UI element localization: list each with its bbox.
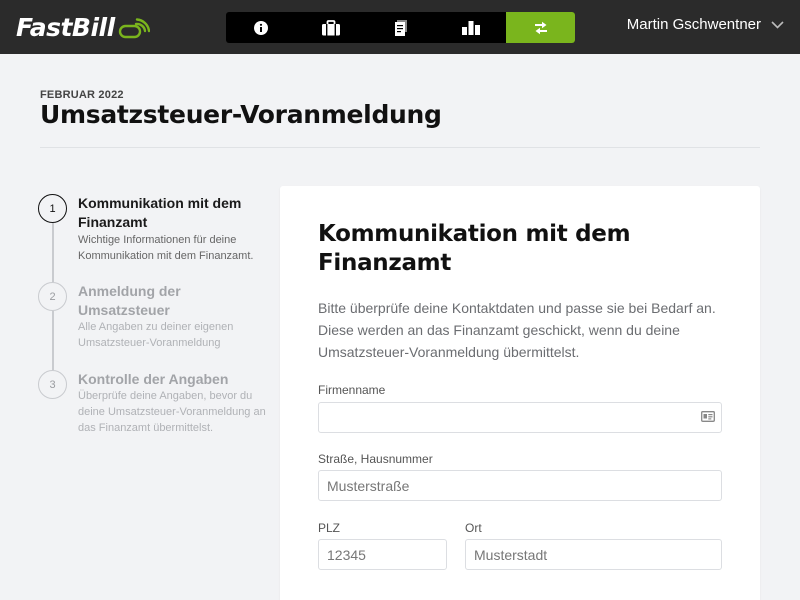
logo-mark-icon (118, 18, 150, 39)
document-icon (395, 19, 407, 36)
info-icon (254, 20, 268, 35)
nav-item-documents[interactable] (366, 12, 436, 43)
company-label: Firmenname (318, 383, 386, 397)
logo-text: FastBill (16, 12, 115, 42)
contact-card-icon[interactable] (701, 411, 715, 422)
nav-item-briefcase[interactable] (296, 12, 366, 43)
stepper-connector (52, 311, 54, 370)
step-title: Kontrolle der Angaben (78, 371, 229, 387)
page-title: Umsatzsteuer-Voranmeldung (40, 100, 442, 129)
form-card: Kommunikation mit dem Finanzamt Bitte üb… (280, 186, 760, 600)
zip-label: PLZ (318, 521, 341, 535)
top-bar: FastBill Martin Gschwentner (0, 0, 800, 54)
city-label: Ort (465, 521, 482, 535)
step-number: 2 (38, 282, 67, 311)
step-description: Wichtige Informationen für deine Kommuni… (78, 234, 254, 262)
chevron-down-icon (771, 20, 784, 29)
step-description: Überprüfe deine Angaben, bevor du deine … (78, 390, 266, 434)
nav-item-info[interactable] (226, 12, 296, 43)
form-title: Kommunikation mit dem Finanzamt (318, 221, 631, 276)
fastbill-logo[interactable]: FastBill (16, 9, 150, 45)
zip-input[interactable] (318, 539, 447, 570)
step-title: Anmeldung der Umsatzsteuer (78, 283, 181, 318)
step-title: Kommunikation mit dem Finanzamt (78, 195, 242, 230)
nav-item-transfer[interactable] (506, 12, 575, 43)
stepper-connector (52, 223, 54, 282)
bar-chart-icon (462, 21, 480, 35)
transfer-arrows-icon (534, 21, 547, 34)
user-menu[interactable]: Martin Gschwentner (627, 16, 784, 33)
nav-item-reports[interactable] (436, 12, 506, 43)
step-number: 1 (38, 194, 67, 223)
main-navigation (226, 12, 575, 43)
form-intro: Bitte überprüfe deine Kontaktdaten und p… (318, 300, 716, 360)
company-name-input[interactable] (318, 402, 722, 433)
user-name: Martin Gschwentner (626, 16, 761, 33)
briefcase-icon (322, 19, 340, 35)
city-input[interactable] (465, 539, 722, 570)
step-number: 3 (38, 370, 67, 399)
street-input[interactable] (318, 470, 722, 501)
step-description: Alle Angaben zu deiner eigenen Umsatzste… (78, 321, 234, 349)
street-label: Straße, Hausnummer (318, 452, 433, 466)
header-divider (40, 147, 760, 148)
